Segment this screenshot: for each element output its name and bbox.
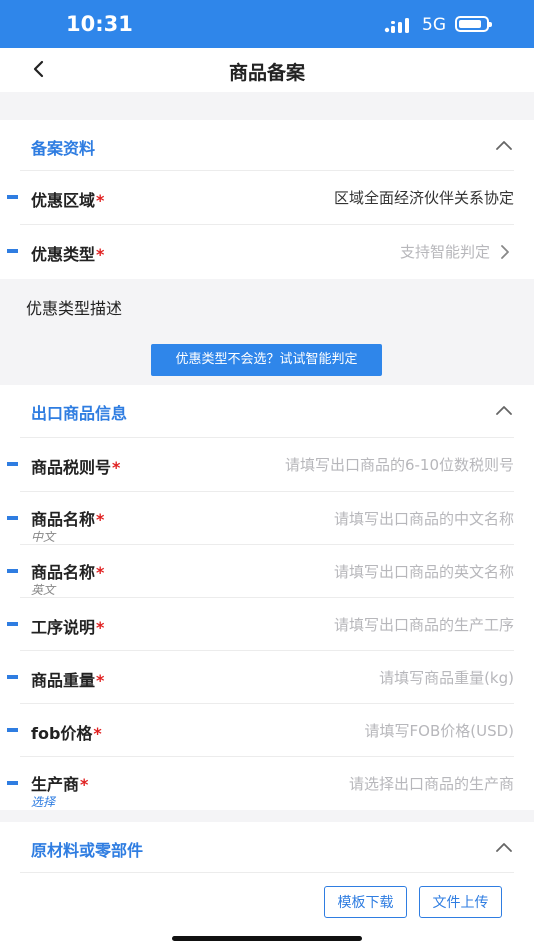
- required-asterisk: *: [96, 191, 105, 210]
- fob-price-input[interactable]: 请填写FOB价格(USD): [365, 720, 514, 741]
- preference-region-label: 优惠区域: [31, 191, 96, 210]
- preference-type-label: 优惠类型: [31, 245, 96, 264]
- fob-price-row[interactable]: fob价格* 请填写FOB价格(USD): [0, 704, 534, 757]
- manufacturer-label: 生产商: [31, 775, 80, 794]
- materials-section-header[interactable]: 原材料或零部件: [0, 822, 534, 872]
- required-marker: [7, 249, 18, 253]
- required-marker: [7, 675, 18, 679]
- name-cn-row[interactable]: 商品名称* 中文 请填写出口商品的中文名称: [0, 492, 534, 545]
- hs-code-row[interactable]: 商品税则号* 请填写出口商品的6-10位数税则号: [0, 438, 534, 491]
- preference-description-label: 优惠类型描述: [26, 299, 123, 318]
- nav-bar: 商品备案: [0, 48, 534, 92]
- export-section: 出口商品信息 商品税则号* 请填写出口商品的6-10位数税则号 商品名称* 中文…: [0, 385, 534, 810]
- preference-type-value[interactable]: 支持智能判定: [400, 241, 490, 262]
- required-asterisk: *: [96, 671, 105, 690]
- name-en-row[interactable]: 商品名称* 英文 请填写出口商品的英文名称: [0, 545, 534, 598]
- required-asterisk: *: [96, 563, 105, 582]
- hs-code-input[interactable]: 请填写出口商品的6-10位数税则号: [285, 454, 514, 475]
- filing-section: 备案资料 优惠区域* 区域全面经济伙伴关系协定 优惠类型* 支持智能判定: [0, 120, 534, 279]
- name-en-input[interactable]: 请填写出口商品的英文名称: [334, 561, 514, 582]
- process-row[interactable]: 工序说明* 请填写出口商品的生产工序: [0, 598, 534, 651]
- page-title: 商品备案: [228, 62, 305, 84]
- fob-price-label: fob价格: [31, 724, 93, 743]
- weight-label: 商品重量: [31, 671, 96, 690]
- smart-determine-button[interactable]: 优惠类型不会选？试试智能判定: [151, 344, 382, 376]
- manufacturer-select-link[interactable]: 选择: [31, 793, 55, 810]
- required-marker: [7, 781, 18, 785]
- required-asterisk: *: [80, 775, 89, 794]
- preference-region-row[interactable]: 优惠区域* 区域全面经济伙伴关系协定: [0, 171, 534, 224]
- name-en-label: 商品名称: [31, 563, 96, 582]
- chevron-up-icon[interactable]: [494, 138, 514, 152]
- name-cn-label: 商品名称: [31, 510, 96, 529]
- weight-input[interactable]: 请填写商品重量(kg): [379, 667, 514, 688]
- filing-section-title: 备案资料: [31, 139, 96, 158]
- required-marker: [7, 728, 18, 732]
- export-section-title: 出口商品信息: [31, 404, 128, 423]
- manufacturer-row[interactable]: 生产商* 选择 请选择出口商品的生产商: [0, 757, 534, 810]
- required-marker: [7, 195, 18, 199]
- template-download-button[interactable]: 模板下载: [324, 886, 407, 918]
- chevron-up-icon[interactable]: [494, 840, 514, 854]
- process-label: 工序说明: [31, 618, 96, 637]
- required-asterisk: *: [96, 510, 105, 529]
- required-marker: [7, 462, 18, 466]
- preference-region-value[interactable]: 区域全面经济伙伴关系协定: [334, 187, 514, 208]
- divider: [20, 872, 514, 873]
- filing-section-header[interactable]: 备案资料: [0, 120, 534, 170]
- status-time: 10:31: [66, 12, 133, 36]
- chevron-right-icon[interactable]: [500, 244, 510, 260]
- name-cn-input[interactable]: 请填写出口商品的中文名称: [334, 508, 514, 529]
- export-section-header[interactable]: 出口商品信息: [0, 385, 534, 435]
- preference-type-row[interactable]: 优惠类型* 支持智能判定: [0, 225, 534, 278]
- hs-code-label: 商品税则号: [31, 458, 112, 477]
- chevron-up-icon[interactable]: [494, 403, 514, 417]
- process-input[interactable]: 请填写出口商品的生产工序: [334, 614, 514, 635]
- home-indicator: [172, 936, 362, 941]
- file-upload-button[interactable]: 文件上传: [419, 886, 502, 918]
- materials-section-title: 原材料或零部件: [31, 841, 144, 860]
- required-marker: [7, 622, 18, 626]
- preference-description-block: 优惠类型描述 优惠类型不会选？试试智能判定: [0, 279, 534, 385]
- name-cn-sublabel: 中文: [31, 530, 56, 544]
- battery-icon: [455, 16, 492, 32]
- name-en-sublabel: 英文: [31, 583, 56, 597]
- required-asterisk: *: [112, 458, 121, 477]
- required-asterisk: *: [93, 724, 102, 743]
- manufacturer-input[interactable]: 请选择出口商品的生产商: [349, 773, 514, 794]
- status-bar: 10:31 5G: [0, 0, 534, 48]
- required-marker: [7, 516, 18, 520]
- required-asterisk: *: [96, 618, 105, 637]
- weight-row[interactable]: 商品重量* 请填写商品重量(kg): [0, 651, 534, 704]
- required-asterisk: *: [96, 245, 105, 264]
- required-marker: [7, 569, 18, 573]
- network-type: 5G: [422, 15, 446, 35]
- signal-icon: [384, 18, 409, 33]
